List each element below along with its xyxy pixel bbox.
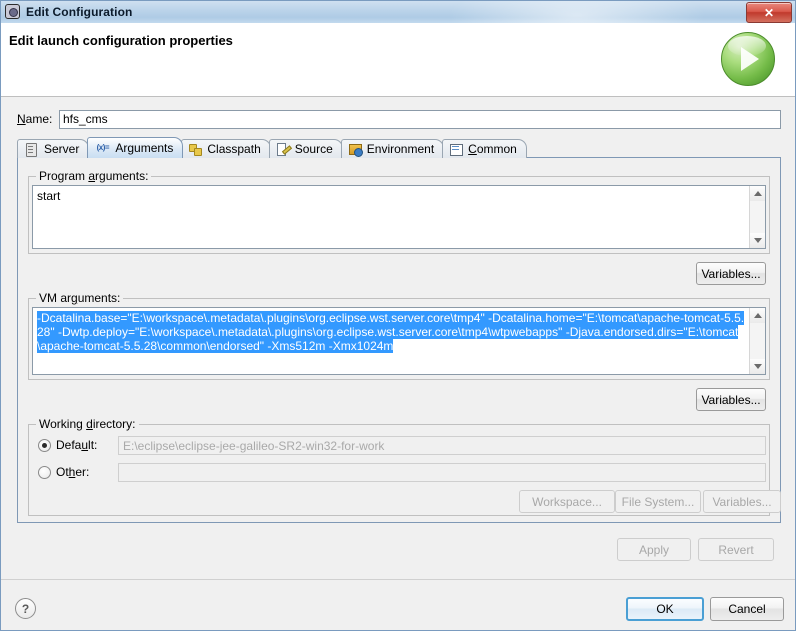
working-directory-variables-button[interactable]: Variables... xyxy=(703,490,781,513)
classpath-icon xyxy=(188,142,203,156)
name-row: Name: xyxy=(17,109,781,129)
name-input[interactable] xyxy=(59,109,781,129)
tab-arguments-label: Arguments xyxy=(115,141,174,155)
file-system-button[interactable]: File System... xyxy=(615,490,701,513)
scroll-down-icon[interactable] xyxy=(750,233,765,248)
page-title: Edit launch configuration properties xyxy=(9,33,233,48)
cancel-button[interactable]: Cancel xyxy=(710,597,784,621)
vm-arguments-label: VM arguments: xyxy=(36,291,124,305)
revert-button[interactable]: Revert xyxy=(698,538,774,561)
other-radio-label: Other: xyxy=(56,465,90,479)
title-bar: Edit Configuration ✕ xyxy=(1,1,795,23)
tab-server[interactable]: Server xyxy=(17,139,90,158)
tab-source-label: Source xyxy=(294,142,333,156)
default-radio[interactable] xyxy=(38,438,51,452)
default-directory-value: E:\eclipse\eclipse-jee-galileo-SR2-win32… xyxy=(118,436,766,455)
other-radio[interactable] xyxy=(38,465,51,479)
workspace-button[interactable]: Workspace... xyxy=(519,490,615,513)
ok-button[interactable]: OK xyxy=(626,597,704,621)
apply-button[interactable]: Apply xyxy=(617,538,691,561)
name-label: Name: xyxy=(17,112,53,126)
tab-folder: Server (x)= Arguments Classpath Source E… xyxy=(17,137,781,523)
tab-classpath[interactable]: Classpath xyxy=(181,139,271,158)
source-icon xyxy=(276,142,291,156)
tab-classpath-label: Classpath xyxy=(207,142,261,156)
edit-configuration-dialog: Edit Configuration ✕ Edit launch configu… xyxy=(0,0,796,631)
green-play-icon xyxy=(721,32,775,86)
close-button[interactable]: ✕ xyxy=(746,2,792,23)
vm-arguments-variables-button[interactable]: Variables... xyxy=(696,388,766,411)
environment-icon xyxy=(348,142,363,157)
server-icon xyxy=(26,142,37,157)
common-icon xyxy=(449,142,464,156)
tab-panel-arguments: Program arguments: start Variables... VM… xyxy=(17,157,781,523)
program-arguments-textarea[interactable]: start xyxy=(32,185,766,249)
tab-source[interactable]: Source xyxy=(268,139,343,158)
scroll-down-icon[interactable] xyxy=(750,359,765,374)
vm-arguments-selected-text: -Dcatalina.base="E:\workspace\.metadata\… xyxy=(37,311,745,353)
tab-environment[interactable]: Environment xyxy=(340,139,445,158)
program-arguments-scrollbar[interactable] xyxy=(749,186,765,248)
program-arguments-label: Program arguments: xyxy=(36,169,152,183)
scroll-up-icon[interactable] xyxy=(750,186,765,201)
default-radio-label: Default: xyxy=(56,438,98,452)
footer-separator xyxy=(1,579,795,580)
program-arguments-variables-button[interactable]: Variables... xyxy=(696,262,766,285)
working-directory-default-row[interactable]: Default: xyxy=(38,436,97,454)
program-arguments-value: start xyxy=(37,189,61,203)
tab-environment-label: Environment xyxy=(366,142,435,156)
scroll-up-icon[interactable] xyxy=(750,308,765,323)
vm-arguments-value: -Dcatalina.base="E:\workspace\.metadata\… xyxy=(33,308,748,374)
vm-arguments-textarea[interactable]: -Dcatalina.base="E:\workspace\.metadata\… xyxy=(32,307,766,375)
tab-common-label: Common xyxy=(468,142,517,156)
tab-common[interactable]: Common xyxy=(442,139,527,158)
tab-strip: Server (x)= Arguments Classpath Source E… xyxy=(17,137,527,158)
dialog-body: Name: Server (x)= Arguments Classpath xyxy=(1,97,795,630)
other-directory-input[interactable] xyxy=(118,463,766,482)
arguments-icon: (x)= xyxy=(96,143,110,152)
header-banner: Edit launch configuration properties xyxy=(1,23,795,97)
gear-icon xyxy=(5,4,21,20)
help-icon[interactable]: ? xyxy=(15,598,36,619)
tab-arguments[interactable]: (x)= Arguments xyxy=(87,137,184,158)
window-title: Edit Configuration xyxy=(26,5,133,19)
vm-arguments-scrollbar[interactable] xyxy=(749,308,765,374)
working-directory-other-row[interactable]: Other: xyxy=(38,463,89,481)
tab-server-label: Server xyxy=(44,142,80,156)
working-directory-label: Working directory: xyxy=(36,417,139,431)
